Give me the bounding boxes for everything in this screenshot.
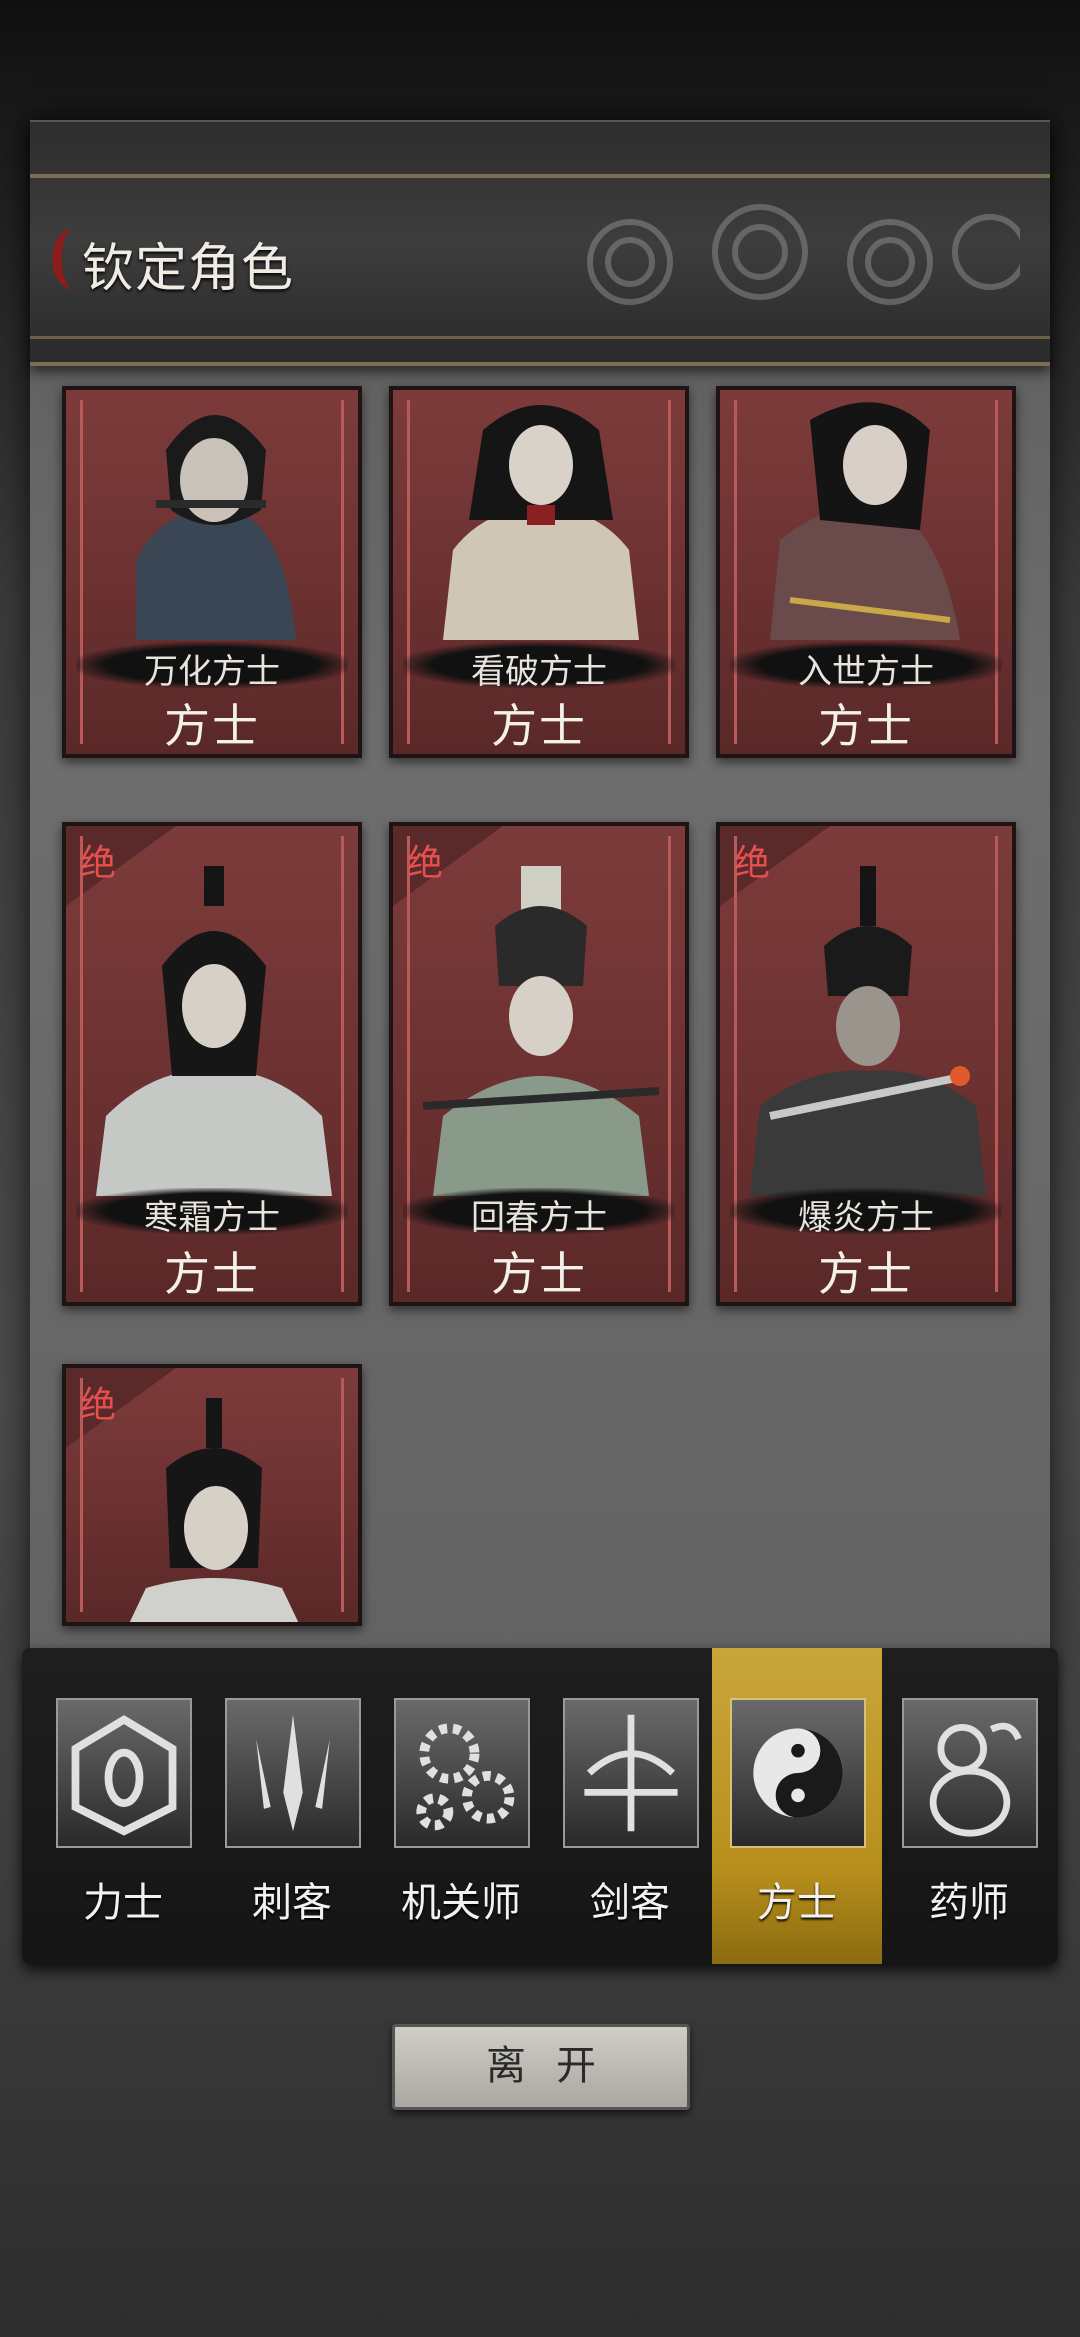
- character-card-7[interactable]: 绝: [62, 1364, 362, 1626]
- tab-label: 方士: [757, 1880, 837, 1926]
- character-card-5[interactable]: 绝 回春方士 方士: [389, 822, 689, 1306]
- tab-lishi[interactable]: 力士: [38, 1648, 208, 1964]
- rarity-badge: 绝: [80, 1385, 117, 1426]
- character-portrait: [423, 866, 659, 1196]
- character-class: 方士: [818, 699, 914, 753]
- character-card-2[interactable]: 看破方士 方士: [389, 386, 689, 758]
- rarity-badge: 绝: [734, 843, 771, 884]
- character-class: 方士: [491, 699, 587, 753]
- character-class: 方士: [164, 699, 260, 753]
- gears-icon: [394, 1698, 530, 1848]
- character-name: 万化方士: [144, 652, 280, 692]
- tab-label: 力士: [83, 1880, 163, 1926]
- tab-label: 机关师: [401, 1880, 521, 1926]
- yin-yang-icon: [730, 1698, 866, 1848]
- leave-button[interactable]: 离开: [392, 2024, 690, 2110]
- character-card-4[interactable]: 绝 寒霜方士 方士: [62, 822, 362, 1306]
- tab-label: 药师: [929, 1880, 1009, 1926]
- tab-cike[interactable]: 刺客: [207, 1648, 377, 1964]
- character-name: 寒霜方士: [144, 1198, 280, 1238]
- tab-fangshi[interactable]: 方士: [712, 1648, 882, 1964]
- character-name: 入世方士: [798, 652, 934, 692]
- rarity-badge: 绝: [80, 843, 117, 884]
- character-name: 回春方士: [471, 1198, 607, 1238]
- blades-icon: [225, 1698, 361, 1848]
- tab-label: 剑客: [590, 1880, 670, 1926]
- tab-jiguanshi[interactable]: 机关师: [376, 1648, 546, 1964]
- character-card-6[interactable]: 绝 爆炎方士 方士: [716, 822, 1016, 1306]
- character-portrait: [129, 1398, 299, 1622]
- header-rail-top: [30, 174, 1050, 178]
- character-portrait: [136, 415, 296, 640]
- character-class: 方士: [164, 1247, 260, 1301]
- character-portrait: [443, 405, 639, 640]
- character-card-3[interactable]: 入世方士 方士: [716, 386, 1016, 758]
- character-portrait: [770, 402, 960, 640]
- character-portrait: [750, 866, 986, 1196]
- character-class: 方士: [818, 1247, 914, 1301]
- header-rail-bottom: [30, 336, 1050, 339]
- character-name: 看破方士: [471, 652, 607, 692]
- rarity-badge: 绝: [407, 843, 444, 884]
- tab-yaoshi[interactable]: 药师: [884, 1648, 1054, 1964]
- cloud-ornament-icon: [587, 204, 1020, 305]
- gourd-icon: [902, 1698, 1038, 1848]
- tab-jianke[interactable]: 剑客: [545, 1648, 715, 1964]
- shield-eye-icon: [56, 1698, 192, 1848]
- character-portrait: [96, 866, 332, 1196]
- sword-icon: [563, 1698, 699, 1848]
- tab-label: 刺客: [252, 1880, 332, 1926]
- page-title: 钦定角色: [82, 239, 295, 299]
- character-name: 爆炎方士: [798, 1198, 934, 1238]
- character-class: 方士: [491, 1247, 587, 1301]
- character-card-1[interactable]: 万化方士 方士: [62, 386, 362, 758]
